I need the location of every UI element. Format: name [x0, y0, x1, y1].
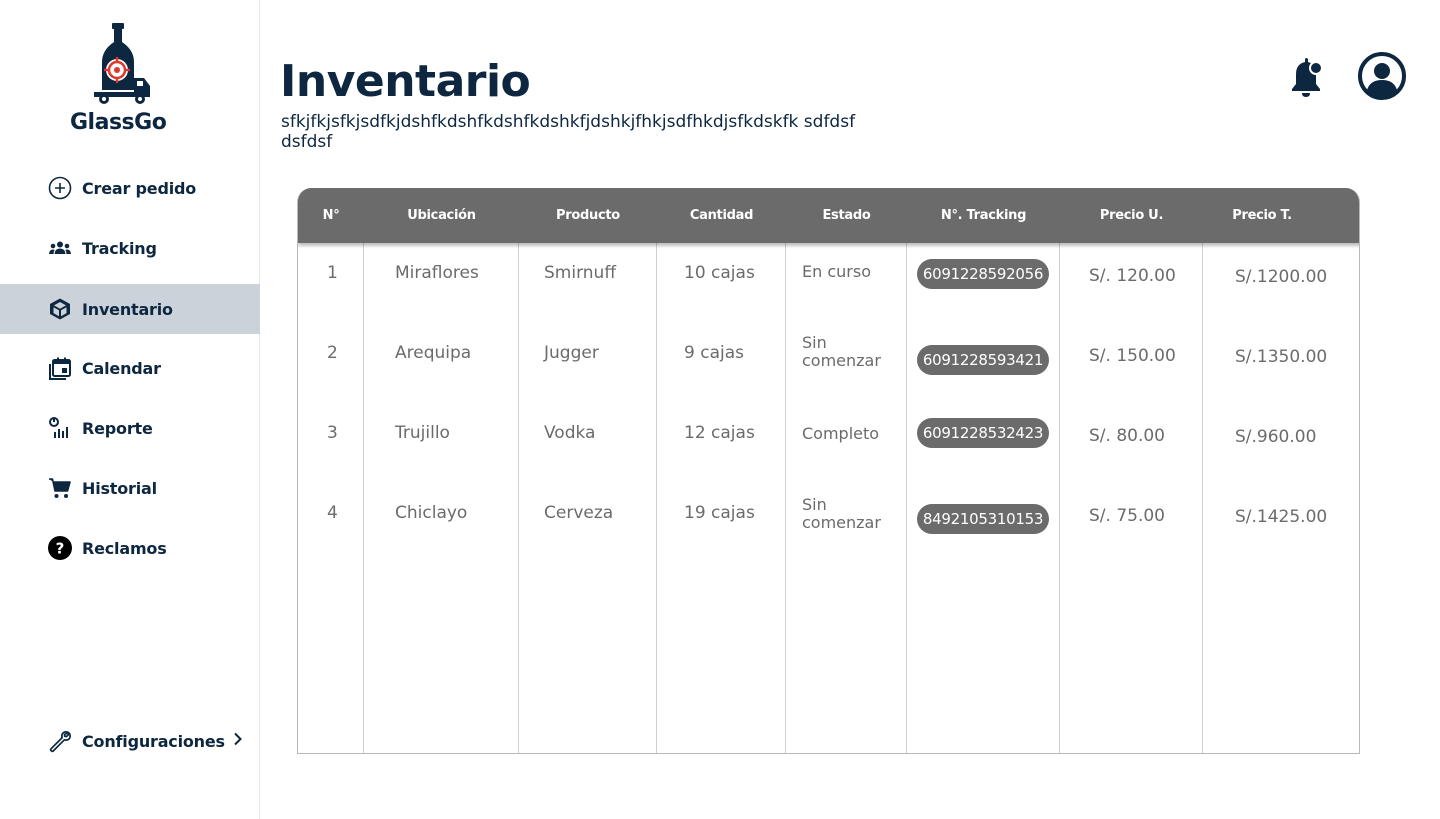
cell-estado: En curso	[802, 262, 871, 281]
sidebar: GlassGo Crear pedido Tracking Inventario…	[0, 0, 260, 819]
cell-estado: Sin comenzar	[802, 333, 881, 370]
cell-n: 4	[327, 503, 338, 523]
cell-precio-u: S/. 150.00	[1089, 346, 1176, 366]
cell-precio-t: S/.960.00	[1235, 427, 1317, 447]
wrench-icon	[48, 729, 72, 753]
column-divider	[1202, 188, 1203, 753]
users-icon	[48, 236, 72, 260]
chevron-right-icon	[233, 732, 243, 751]
sidebar-item-label: Calendar	[82, 358, 161, 378]
page-subtitle: sfkjfkjsfkjsdfkjdshfkdshfkdshfkdshkfjdsh…	[281, 112, 856, 152]
column-header-precio-t[interactable]: Precio T.	[1203, 188, 1321, 243]
sidebar-item-label: Reclamos	[82, 538, 167, 558]
column-header-tracking[interactable]: N°. Tracking	[907, 188, 1060, 243]
tracking-pill[interactable]: 6091228592056	[917, 259, 1049, 289]
column-header-precio-u[interactable]: Precio U.	[1060, 188, 1203, 243]
column-header-ubicacion[interactable]: Ubicación	[364, 188, 519, 243]
cell-precio-t: S/.1350.00	[1235, 347, 1328, 367]
report-icon	[48, 416, 72, 440]
column-header-n[interactable]: N°	[298, 188, 364, 243]
table-header: N° Ubicación Producto Cantidad Estado N°…	[298, 188, 1359, 243]
column-header-producto[interactable]: Producto	[519, 188, 657, 243]
logo[interactable]: GlassGo	[62, 20, 174, 138]
column-header-estado[interactable]: Estado	[786, 188, 907, 243]
sidebar-item-calendar[interactable]: Calendar	[0, 343, 260, 393]
cell-precio-t: S/.1425.00	[1235, 507, 1328, 527]
tracking-pill[interactable]: 6091228532423	[917, 418, 1049, 448]
cell-producto: Cerveza	[544, 503, 614, 523]
cell-n: 3	[327, 423, 338, 443]
svg-text:?: ?	[56, 540, 65, 558]
column-divider	[656, 188, 657, 753]
cell-producto: Smirnuff	[544, 263, 617, 283]
notification-bell-icon[interactable]	[1286, 56, 1326, 100]
tracking-pill[interactable]: 8492105310153	[917, 504, 1049, 534]
page-title: Inventario	[280, 56, 531, 107]
sidebar-item-label: Historial	[82, 478, 157, 498]
sidebar-item-crear-pedido[interactable]: Crear pedido	[0, 163, 260, 213]
cell-ubicacion: Trujillo	[395, 423, 450, 443]
cell-cantidad: 10 cajas	[684, 263, 755, 283]
cell-precio-u: S/. 75.00	[1089, 506, 1165, 526]
cell-producto: Jugger	[544, 343, 599, 363]
sidebar-item-inventario[interactable]: Inventario	[0, 284, 260, 334]
sidebar-item-label: Reporte	[82, 418, 153, 438]
configuraciones-label: Configuraciones	[82, 731, 225, 751]
sidebar-item-historial[interactable]: Historial	[0, 463, 260, 513]
column-divider	[363, 188, 364, 753]
user-avatar-icon[interactable]	[1358, 52, 1406, 100]
sidebar-item-label: Inventario	[82, 299, 173, 319]
cube-icon	[48, 297, 72, 321]
sidebar-item-reclamos[interactable]: ? Reclamos	[0, 523, 260, 573]
cell-precio-u: S/. 120.00	[1089, 266, 1176, 286]
cell-n: 2	[327, 343, 338, 363]
cell-precio-u: S/. 80.00	[1089, 426, 1165, 446]
sidebar-item-reporte[interactable]: Reporte	[0, 403, 260, 453]
cell-estado: Sin comenzar	[802, 495, 881, 532]
sidebar-item-label: Tracking	[82, 238, 157, 258]
sidebar-item-tracking[interactable]: Tracking	[0, 223, 260, 273]
inventory-table: N° Ubicación Producto Cantidad Estado N°…	[297, 188, 1360, 754]
cell-precio-t: S/.1200.00	[1235, 267, 1328, 287]
column-divider	[518, 188, 519, 753]
bottle-truck-logo-icon	[94, 23, 150, 104]
cart-icon	[48, 476, 72, 500]
cell-n: 1	[327, 263, 338, 283]
help-icon: ?	[48, 536, 72, 560]
cell-cantidad: 9 cajas	[684, 343, 744, 363]
column-divider	[906, 188, 907, 753]
cell-ubicacion: Chiclayo	[395, 503, 468, 523]
sidebar-item-label: Crear pedido	[82, 178, 197, 198]
cell-estado: Completo	[802, 424, 880, 443]
calendar-icon	[48, 356, 72, 380]
brand-name: GlassGo	[70, 110, 167, 135]
plus-circle-icon	[48, 176, 72, 200]
cell-producto: Vodka	[544, 423, 596, 443]
cell-cantidad: 12 cajas	[684, 423, 755, 443]
configuraciones-button[interactable]: Configuraciones	[0, 718, 260, 764]
cell-ubicacion: Miraflores	[395, 263, 479, 283]
column-divider	[1059, 188, 1060, 753]
cell-ubicacion: Arequipa	[395, 343, 472, 363]
tracking-pill[interactable]: 6091228593421	[917, 345, 1049, 375]
cell-cantidad: 19 cajas	[684, 503, 755, 523]
column-header-cantidad[interactable]: Cantidad	[657, 188, 786, 243]
column-divider	[785, 188, 786, 753]
